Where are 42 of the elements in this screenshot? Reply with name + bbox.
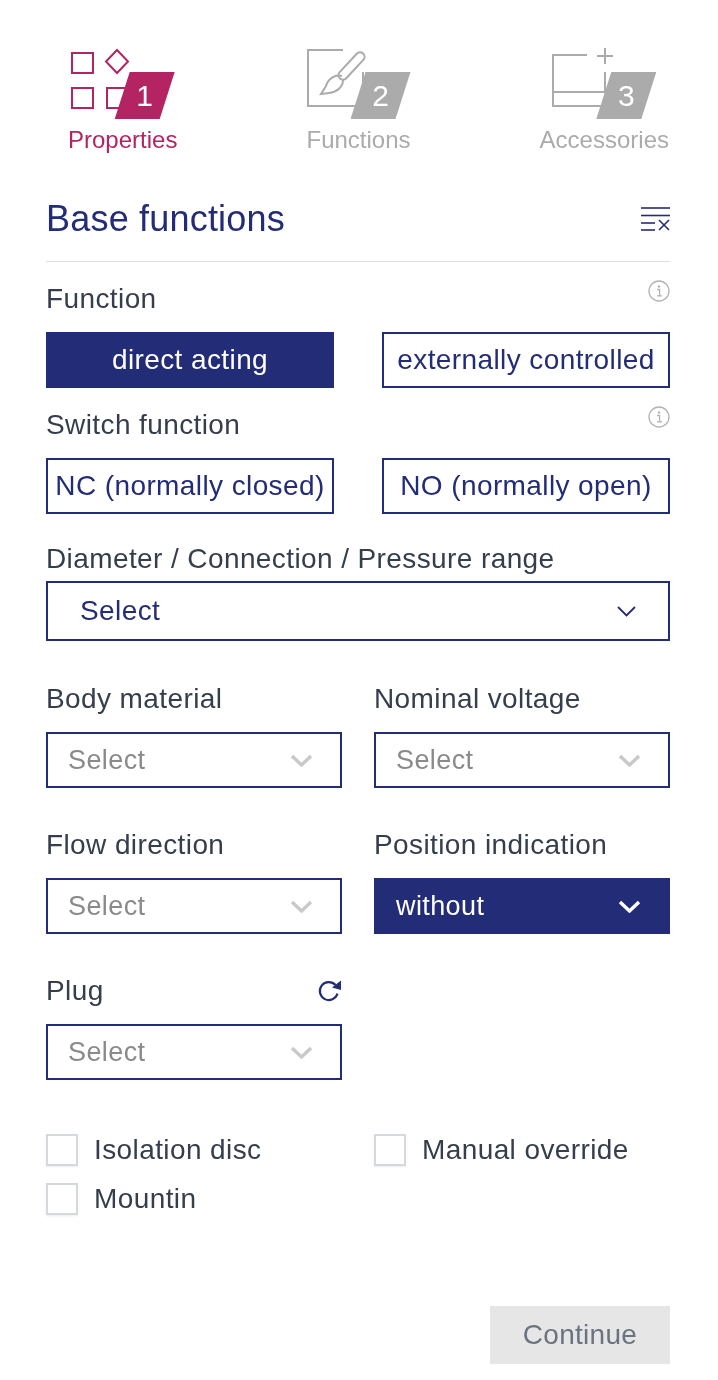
field-label: Body material — [46, 683, 223, 715]
field-label: Position indication — [374, 829, 608, 861]
checkbox-label: Manual override — [422, 1134, 629, 1166]
step-tab[interactable]: 1 Properties — [68, 48, 178, 154]
shapes-icon — [69, 48, 130, 110]
refresh-icon[interactable] — [317, 979, 342, 1003]
chevron-down-icon — [290, 899, 313, 913]
field-label: Function — [46, 283, 157, 315]
option-button[interactable]: NO (normally open) — [382, 458, 670, 514]
clear-filter-icon[interactable] — [641, 207, 670, 231]
chevron-down-icon — [617, 605, 636, 617]
option-button[interactable]: NC (normally closed) — [46, 458, 334, 514]
select-dropdown[interactable]: Select — [46, 732, 342, 788]
option-button[interactable]: externally controlled — [382, 332, 670, 388]
checkbox[interactable] — [46, 1134, 78, 1166]
info-icon[interactable] — [648, 280, 670, 302]
checkbox-label: Mountin — [94, 1183, 197, 1215]
field-label: Switch function — [46, 409, 241, 441]
chevron-down-icon — [290, 1045, 313, 1059]
step-number-badge: 2 — [350, 72, 411, 119]
chevron-down-icon — [618, 753, 641, 767]
chevron-down-icon — [290, 753, 313, 767]
field-label: Nominal voltage — [374, 683, 581, 715]
chevron-down-icon — [618, 899, 641, 913]
select-dropdown[interactable]: Select — [374, 732, 670, 788]
paintbrush-frame-icon — [305, 48, 366, 108]
field-label: Flow direction — [46, 829, 225, 861]
select-dropdown[interactable]: Select — [46, 878, 342, 934]
option-button[interactable]: direct acting — [46, 332, 334, 388]
checkbox-label: Isolation disc — [94, 1134, 262, 1166]
checkbox[interactable] — [46, 1183, 78, 1215]
step-number-badge: 1 — [114, 72, 175, 119]
select-dropdown[interactable]: without — [374, 878, 670, 934]
select-dropdown[interactable]: Select — [46, 581, 670, 641]
info-icon[interactable] — [648, 406, 670, 428]
panel-plus-icon — [551, 48, 616, 108]
select-dropdown[interactable]: Select — [46, 1024, 342, 1080]
step-number-badge: 3 — [596, 72, 657, 119]
field-label: Diameter / Connection / Pressure range — [46, 543, 555, 575]
field-label: Plug — [46, 975, 104, 1007]
checkbox[interactable] — [374, 1134, 406, 1166]
section-title: Base functions — [46, 197, 285, 241]
